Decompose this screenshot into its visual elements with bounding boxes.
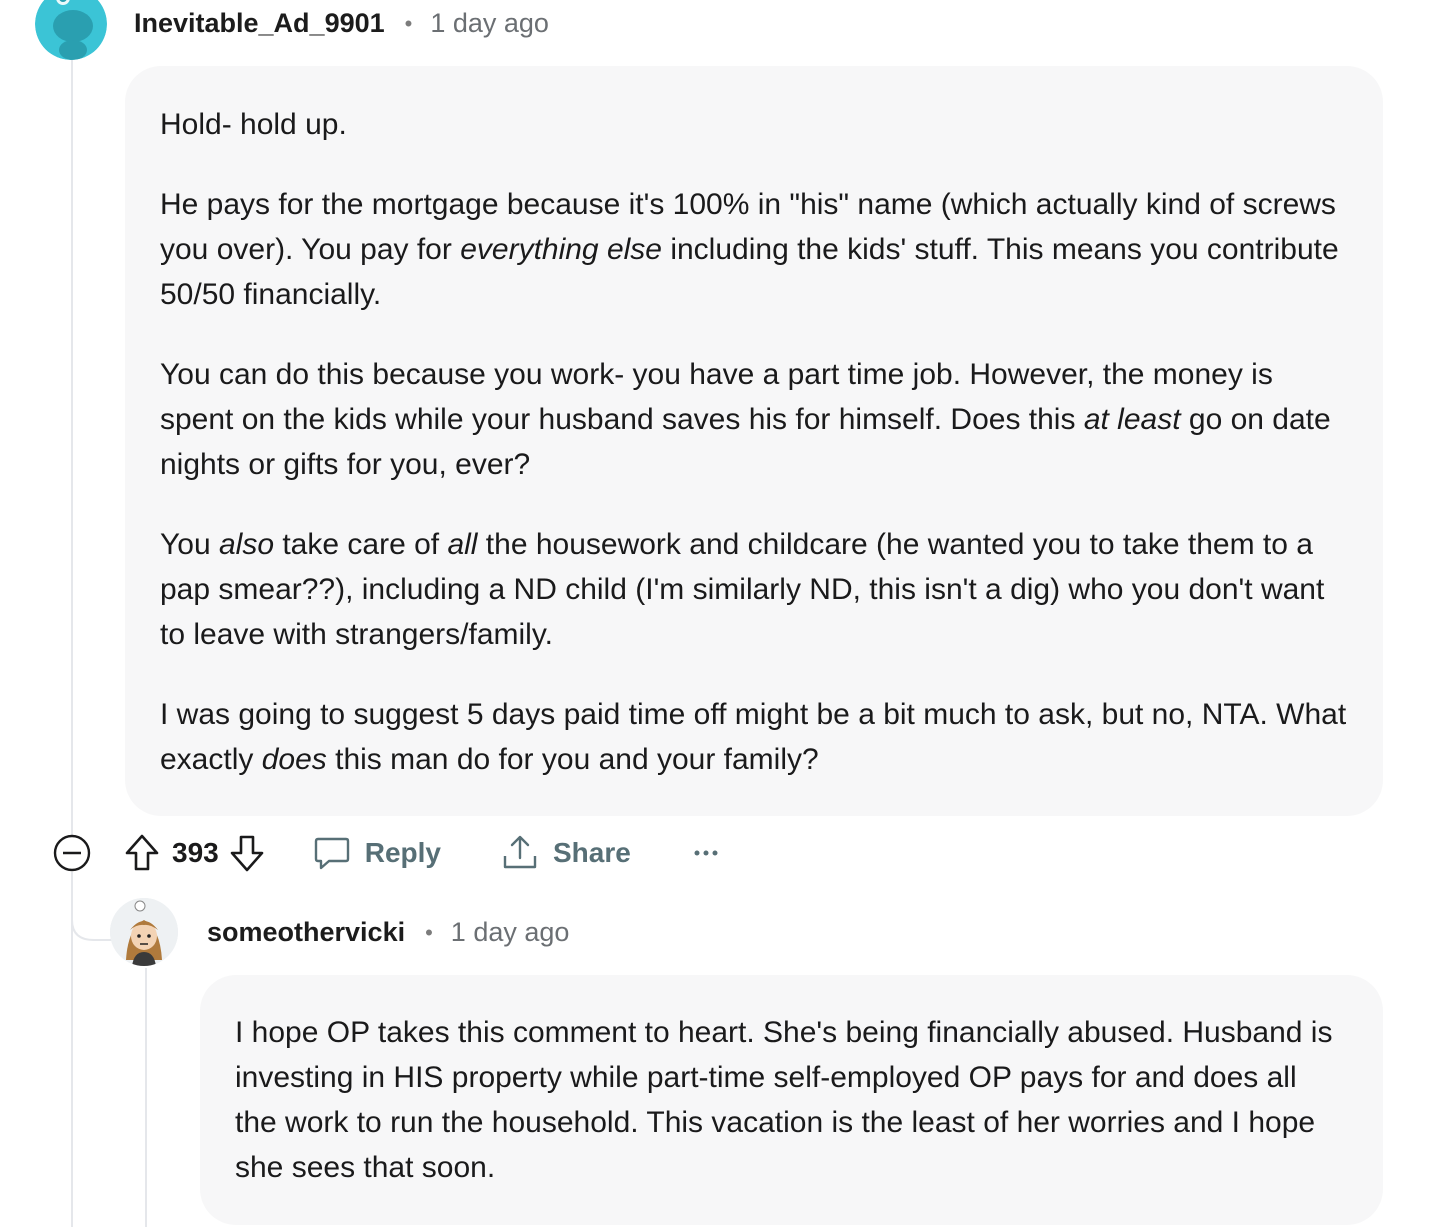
username[interactable]: someothervicki	[207, 917, 405, 948]
share-icon	[501, 834, 539, 872]
downvote-icon[interactable]	[229, 833, 265, 873]
comment-meta: Inevitable_Ad_9901 • 1 day ago	[134, 8, 549, 39]
username[interactable]: Inevitable_Ad_9901	[134, 8, 385, 39]
comment-bubble-icon	[313, 834, 351, 872]
comment-paragraph: I was going to suggest 5 days paid time …	[160, 692, 1349, 782]
collapse-icon[interactable]	[52, 833, 92, 873]
text-segment: this man do for you and your family?	[326, 743, 819, 776]
upvote-icon[interactable]	[124, 833, 160, 873]
comment-paragraph: You can do this because you work- you ha…	[160, 352, 1349, 487]
text-segment: take care of	[274, 528, 448, 561]
text-segment: You	[160, 528, 219, 561]
reply-label: Reply	[364, 837, 441, 868]
emphasis-text: also	[218, 528, 275, 561]
comment-paragraph: You also take care of all the housework …	[160, 522, 1349, 657]
timestamp[interactable]: 1 day ago	[430, 8, 549, 39]
emphasis-text: all	[447, 528, 478, 561]
emphasis-text: everything else	[460, 233, 662, 266]
vote-score: 393	[172, 837, 219, 868]
reply-button[interactable]: Reply	[313, 834, 441, 872]
comment-actions: 393 Reply Share	[52, 830, 719, 876]
separator-dot: •	[425, 919, 433, 945]
comment-meta: someothervicki • 1 day ago	[207, 917, 569, 948]
thread-line	[71, 60, 73, 835]
avatar[interactable]	[35, 0, 107, 60]
timestamp[interactable]: 1 day ago	[451, 917, 570, 948]
share-button[interactable]: Share	[501, 834, 631, 872]
thread-line	[145, 968, 147, 1227]
comment-body: Hold- hold up. He pays for the mortgage b…	[125, 66, 1383, 816]
text-segment: I hope OP takes this comment to heart. S…	[235, 1016, 1333, 1184]
avatar[interactable]	[110, 898, 178, 966]
comment-body: I hope OP takes this comment to heart. S…	[200, 975, 1383, 1225]
more-options-button[interactable]	[693, 848, 719, 858]
separator-dot: •	[404, 10, 413, 36]
emphasis-text: at least	[1083, 403, 1181, 436]
comment-paragraph: He pays for the mortgage because it's 10…	[160, 182, 1349, 317]
text-segment: Hold- hold up.	[160, 108, 347, 141]
share-label: Share	[552, 837, 631, 868]
comment-paragraph: I hope OP takes this comment to heart. S…	[235, 1010, 1343, 1190]
comment-paragraph: Hold- hold up.	[160, 102, 1349, 147]
more-icon	[693, 848, 719, 858]
emphasis-text: does	[261, 743, 327, 776]
